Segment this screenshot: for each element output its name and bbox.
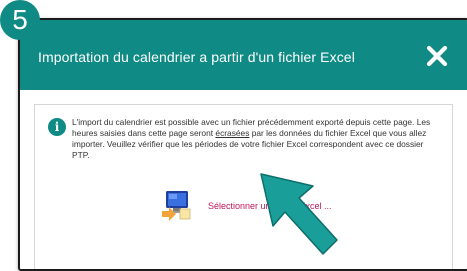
- step-number-badge: 5: [0, 0, 40, 40]
- dialog-title: Importation du calendrier a partir d'un …: [38, 49, 355, 65]
- import-dialog: Importation du calendrier a partir d'un …: [18, 18, 467, 271]
- info-icon: i: [48, 118, 66, 136]
- import-panel: i L'import du calendrier est possible av…: [34, 104, 453, 269]
- info-text-emphasis: écrasées: [215, 128, 250, 138]
- import-excel-icon: [162, 191, 191, 221]
- info-message: L'import du calendrier est possible avec…: [72, 117, 440, 161]
- pointer-arrow-icon: [260, 173, 338, 255]
- close-icon[interactable]: [425, 44, 449, 68]
- dialog-header: Importation du calendrier a partir d'un …: [20, 20, 467, 90]
- dialog-body: i L'import du calendrier est possible av…: [20, 90, 467, 269]
